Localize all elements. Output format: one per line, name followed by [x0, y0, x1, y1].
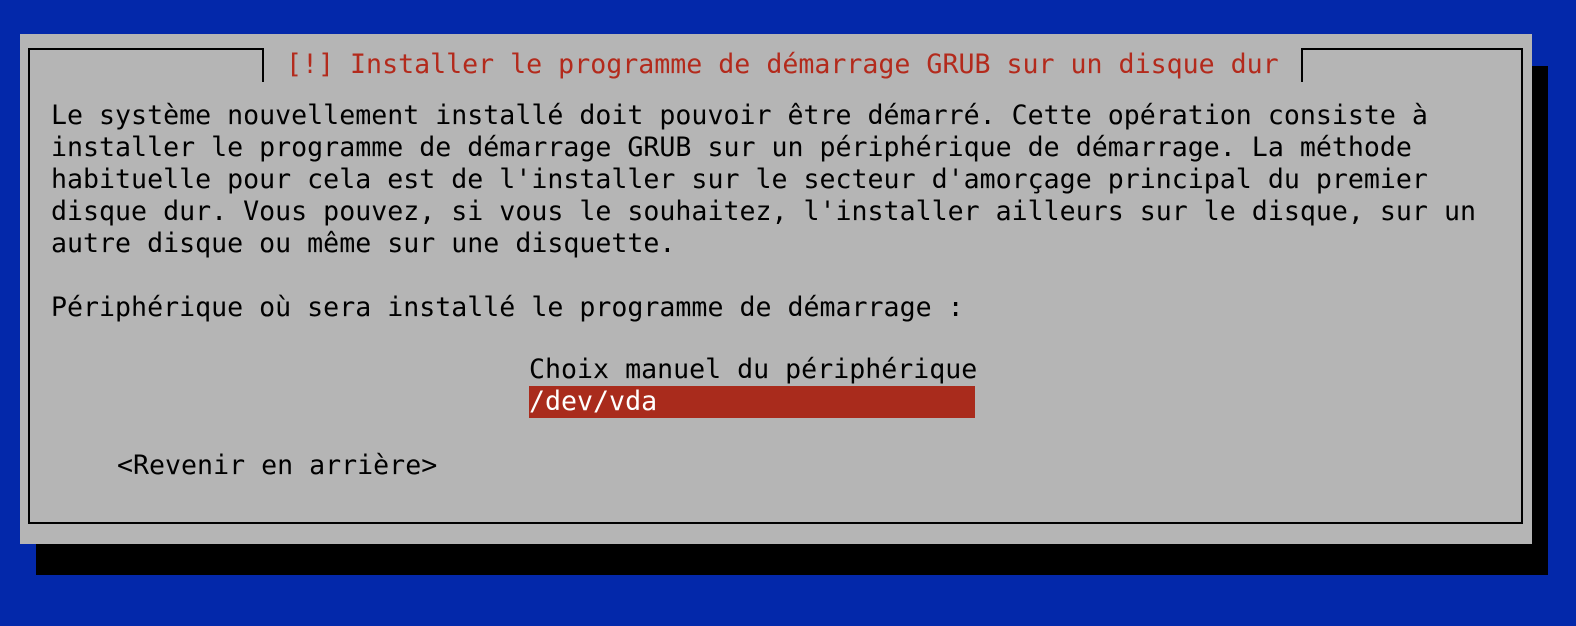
description-text: Le système nouvellement installé doit po…: [51, 100, 1476, 260]
description-line: Le système nouvellement installé doit po…: [51, 100, 1428, 131]
description-line: installer le programme de démarrage GRUB…: [51, 132, 1412, 163]
device-prompt: Périphérique où sera installé le program…: [51, 292, 964, 323]
option-dev-vda[interactable]: /dev/vda: [529, 386, 975, 418]
installer-dialog: [!] Installer le programme de démarrage …: [20, 34, 1532, 544]
dialog-title: [!] Installer le programme de démarrage …: [262, 48, 1303, 82]
description-line: disque dur. Vous pouvez, si vous le souh…: [51, 196, 1476, 227]
description-line: habituelle pour cela est de l'installer …: [51, 164, 1428, 195]
go-back-button[interactable]: <Revenir en arrière>: [117, 450, 437, 482]
description-line: autre disque ou même sur une disquette.: [51, 228, 676, 259]
option-manual-device[interactable]: Choix manuel du périphérique: [529, 354, 977, 386]
device-list[interactable]: Choix manuel du périphérique /dev/vda: [529, 354, 977, 418]
